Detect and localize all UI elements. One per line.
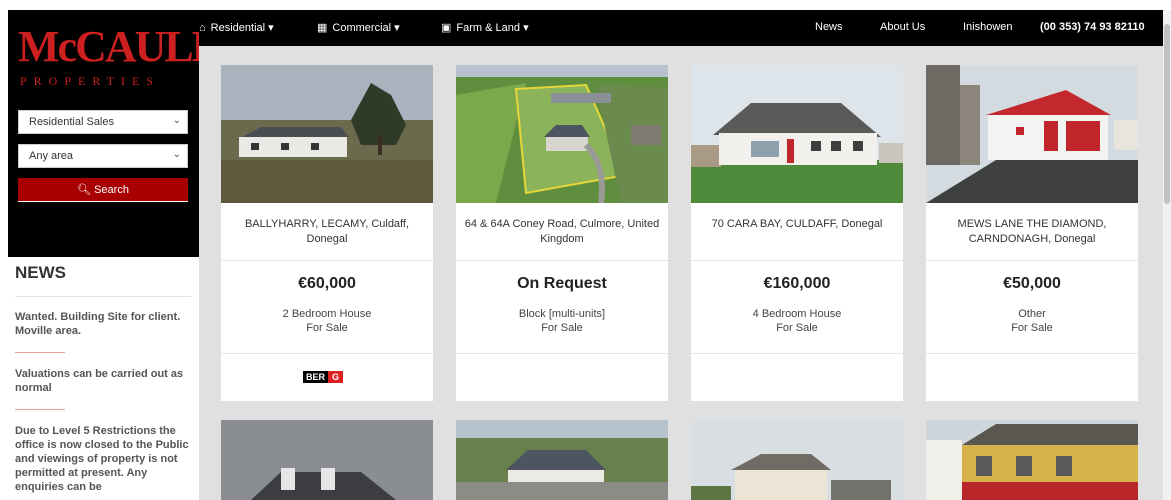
page-scrollbar[interactable] — [1163, 10, 1171, 500]
sidebar-header: McCAULEY PROPERTIES Residential Sales ⌄ … — [8, 10, 251, 257]
listing-address[interactable]: 70 CARA BAY, CULDAFF, Donegal — [699, 217, 895, 232]
listing-status: For Sale — [1011, 322, 1053, 334]
nav-news[interactable]: News — [815, 21, 843, 33]
property-photo[interactable] — [456, 420, 668, 500]
listing-status: For Sale — [776, 322, 818, 334]
caret-down-icon: ▾ — [268, 22, 274, 34]
news-item-divider — [15, 352, 65, 353]
caret-down-icon: ▾ — [523, 22, 529, 34]
card-divider — [691, 353, 903, 354]
nav-residential[interactable]: ⌂ Residential ▾ — [199, 21, 274, 34]
chevron-down-icon: ⌄ — [172, 149, 181, 160]
listing-price: €50,000 — [1003, 275, 1061, 292]
property-photo[interactable] — [456, 65, 668, 203]
chevron-down-icon: ⌄ — [172, 115, 181, 126]
search-icon: 🔍︎ — [77, 184, 92, 196]
listing-status: For Sale — [541, 322, 583, 334]
listing-type: 2 Bedroom House — [282, 308, 372, 320]
sidebar: McCAULEY PROPERTIES Residential Sales ⌄ … — [8, 10, 251, 500]
card-divider — [221, 353, 433, 354]
building-icon: ▦ — [317, 22, 328, 34]
listing-type: Block [multi-units] — [518, 308, 606, 320]
listing-card[interactable] — [926, 420, 1138, 500]
news-item[interactable]: Wanted. Building Site for client. Movill… — [15, 310, 193, 338]
scrollbar-thumb[interactable] — [1164, 24, 1170, 204]
news-item[interactable]: Due to Level 5 Restrictions the office i… — [15, 424, 193, 494]
card-divider — [456, 260, 668, 261]
ber-label: BER — [303, 371, 329, 383]
search-button[interactable]: 🔍︎ Search — [18, 178, 188, 202]
property-photo[interactable] — [926, 65, 1138, 203]
ber-grade: G — [328, 371, 344, 383]
listing-price: On Request — [517, 275, 607, 292]
property-photo[interactable] — [926, 420, 1138, 500]
card-divider — [926, 260, 1138, 261]
news-item[interactable]: Valuations can be carried out as normal — [15, 367, 193, 395]
nav-residential-label: Residential — [210, 22, 266, 34]
area-select[interactable]: Any area ⌄ — [18, 144, 188, 168]
logo[interactable]: McCAULEY PROPERTIES — [18, 24, 251, 94]
property-photo[interactable] — [221, 65, 433, 203]
area-value: Any area — [29, 150, 74, 162]
listing-card[interactable]: MEWS LANE THE DIAMOND, CARNDONAGH, Doneg… — [926, 65, 1138, 401]
news-item-divider — [15, 409, 65, 410]
listing-status: For Sale — [306, 322, 348, 334]
listing-card[interactable] — [221, 420, 433, 500]
card-divider — [926, 353, 1138, 354]
property-photo[interactable] — [691, 420, 903, 500]
nav-farm-land-label: Farm & Land — [456, 22, 520, 34]
nav-inishowen[interactable]: Inishowen — [963, 21, 1013, 33]
caret-down-icon: ▾ — [394, 22, 400, 34]
listing-card[interactable]: 70 CARA BAY, CULDAFF, Donegal €160,000 4… — [691, 65, 903, 401]
listing-card[interactable]: BALLYHARRY, LECAMY, Culdaff, Donegal €60… — [221, 65, 433, 401]
nav-about-us[interactable]: About Us — [880, 21, 925, 33]
nav-farm-land[interactable]: ▣ Farm & Land ▾ — [441, 21, 529, 34]
listing-type: 4 Bedroom House — [752, 308, 842, 320]
listing-card[interactable]: 64 & 64A Coney Road, Culmore, United Kin… — [456, 65, 668, 401]
ber-rating-badge: BER G — [303, 371, 344, 385]
listing-price: €60,000 — [298, 275, 356, 292]
listing-price: €160,000 — [763, 275, 831, 292]
home-icon: ⌂ — [199, 22, 206, 34]
listing-address[interactable]: BALLYHARRY, LECAMY, Culdaff, Donegal — [229, 217, 425, 247]
search-button-label: Search — [94, 184, 129, 196]
property-photo[interactable] — [221, 420, 433, 500]
nav-commercial[interactable]: ▦ Commercial ▾ — [317, 21, 400, 34]
listings-area: BALLYHARRY, LECAMY, Culdaff, Donegal €60… — [199, 46, 1163, 500]
listing-type: Other — [1018, 308, 1046, 320]
sale-type-value: Residential Sales — [29, 116, 114, 128]
news-divider — [15, 296, 191, 297]
top-navigation: ⌂ Residential ▾ ▦ Commercial ▾ ▣ Farm & Lan… — [199, 10, 1163, 46]
listing-address[interactable]: 64 & 64A Coney Road, Culmore, United Kin… — [464, 217, 660, 247]
card-divider — [691, 260, 903, 261]
news-heading: NEWS — [15, 263, 66, 282]
listing-address[interactable]: MEWS LANE THE DIAMOND, CARNDONAGH, Doneg… — [934, 217, 1130, 247]
card-divider — [456, 353, 668, 354]
logo-sub-text: PROPERTIES — [20, 74, 160, 88]
property-photo[interactable] — [691, 65, 903, 203]
image-icon: ▣ — [441, 22, 452, 34]
phone-number[interactable]: (00 353) 74 93 82110 — [1040, 21, 1145, 33]
nav-commercial-label: Commercial — [332, 22, 392, 34]
listing-card[interactable] — [456, 420, 668, 500]
listing-card[interactable] — [691, 420, 903, 500]
card-divider — [221, 260, 433, 261]
sale-type-select[interactable]: Residential Sales ⌄ — [18, 110, 188, 134]
